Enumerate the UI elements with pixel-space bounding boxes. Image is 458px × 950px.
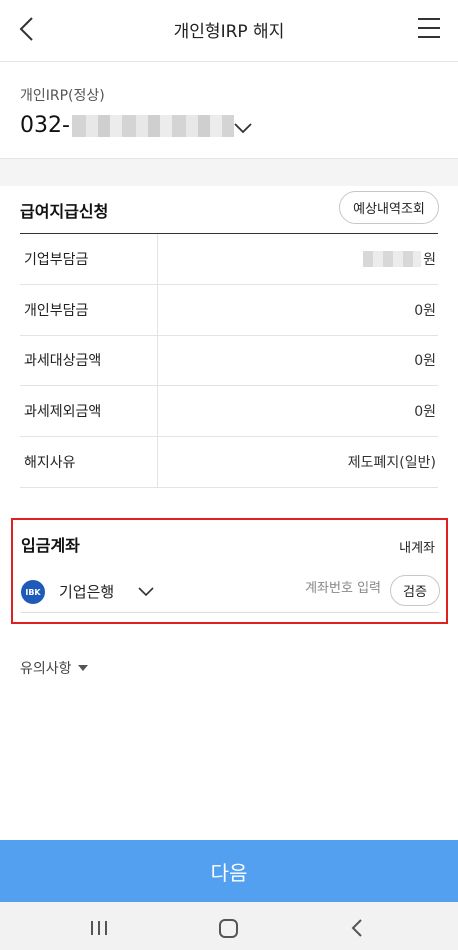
next-button[interactable]: 다음 bbox=[0, 840, 458, 902]
recent-apps-icon[interactable] bbox=[89, 920, 109, 936]
row-value: 0원 bbox=[414, 302, 436, 319]
currency-unit: 원 bbox=[423, 251, 436, 268]
row-value: 원 bbox=[158, 234, 438, 284]
account-type-label: 개인IRP(정상) bbox=[20, 88, 105, 104]
account-number-input[interactable] bbox=[249, 581, 381, 596]
account-selector[interactable]: 개인IRP(정상) 032- bbox=[0, 63, 458, 158]
notice-toggle[interactable]: 유의사항 bbox=[20, 658, 88, 678]
payout-table: 기업부담금 원 개인부담금 0원 과세대상금액 0원 과세제외금액 0원 해지사… bbox=[20, 233, 438, 488]
row-value: 제도폐지(일반) bbox=[347, 455, 436, 472]
table-row: 기업부담금 원 bbox=[20, 234, 438, 285]
bank-logo-icon: IBK bbox=[21, 580, 45, 604]
section-divider bbox=[0, 158, 458, 186]
page-title: 개인형IRP 해지 bbox=[173, 22, 285, 42]
home-icon[interactable] bbox=[219, 919, 238, 938]
chevron-down-icon[interactable] bbox=[232, 121, 254, 135]
hamburger-menu-icon[interactable] bbox=[417, 17, 441, 39]
payout-section-title: 급여지급신청 bbox=[20, 202, 109, 221]
row-value: 0원 bbox=[414, 353, 436, 370]
bank-name[interactable]: 기업은행 bbox=[59, 581, 114, 602]
table-row: 해지사유 제도폐지(일반) bbox=[20, 437, 438, 488]
table-row: 개인부담금 0원 bbox=[20, 284, 438, 336]
verify-button[interactable]: 검증 bbox=[390, 575, 440, 606]
masked-amount bbox=[363, 250, 422, 267]
my-account-link[interactable]: 내계좌 bbox=[399, 537, 435, 556]
deposit-account-section: 입금계좌 내계좌 IBK 기업은행 검증 bbox=[11, 518, 448, 624]
account-number: 032- bbox=[20, 113, 234, 138]
row-label: 과세대상금액 bbox=[20, 335, 158, 386]
row-value: 0원 bbox=[414, 404, 436, 421]
masked-account-digits bbox=[71, 114, 234, 137]
nav-back-icon[interactable] bbox=[350, 918, 364, 938]
table-row: 과세대상금액 0원 bbox=[20, 335, 438, 387]
input-underline bbox=[21, 612, 439, 613]
row-label: 개인부담금 bbox=[20, 284, 158, 335]
account-number-prefix: 032- bbox=[20, 113, 70, 138]
notice-label: 유의사항 bbox=[20, 661, 72, 677]
estimate-inquiry-button[interactable]: 예상내역조회 bbox=[339, 191, 439, 224]
row-label: 기업부담금 bbox=[20, 234, 158, 284]
app-header: 개인형IRP 해지 bbox=[0, 0, 458, 62]
row-label: 해지사유 bbox=[20, 437, 158, 487]
table-row: 과세제외금액 0원 bbox=[20, 386, 438, 438]
row-label: 과세제외금액 bbox=[20, 386, 158, 437]
caret-down-icon bbox=[77, 665, 88, 671]
deposit-section-title: 입금계좌 bbox=[21, 536, 80, 555]
chevron-down-icon[interactable] bbox=[137, 586, 155, 598]
system-navigation-bar bbox=[0, 902, 458, 950]
